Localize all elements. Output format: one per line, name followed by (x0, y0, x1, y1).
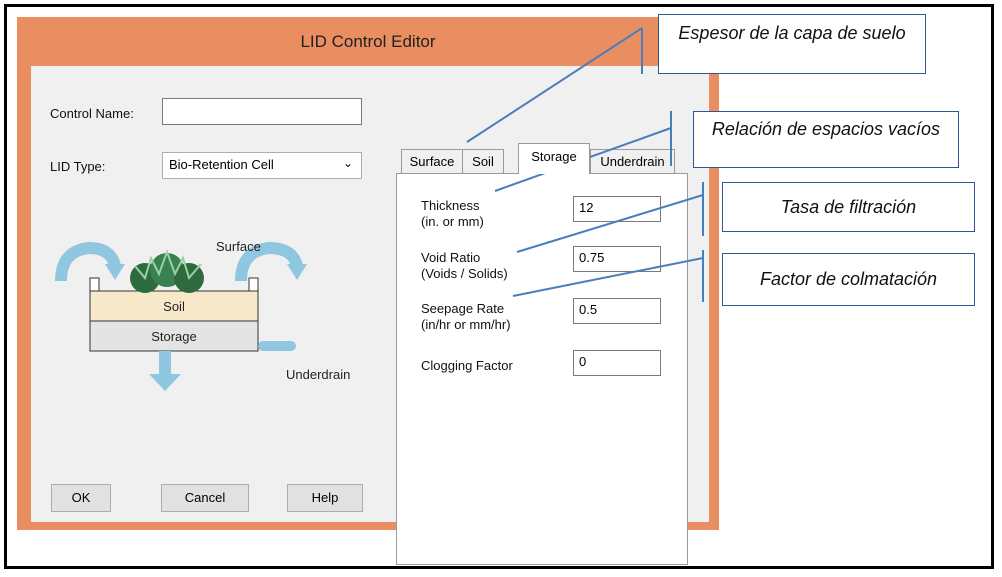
callout-leader-tasa (516, 194, 704, 253)
callout-leader-espesor (466, 27, 643, 143)
callout-leader-factor (512, 257, 704, 297)
tab-storage[interactable]: Storage (518, 143, 590, 174)
callout-lines (466, 27, 704, 302)
